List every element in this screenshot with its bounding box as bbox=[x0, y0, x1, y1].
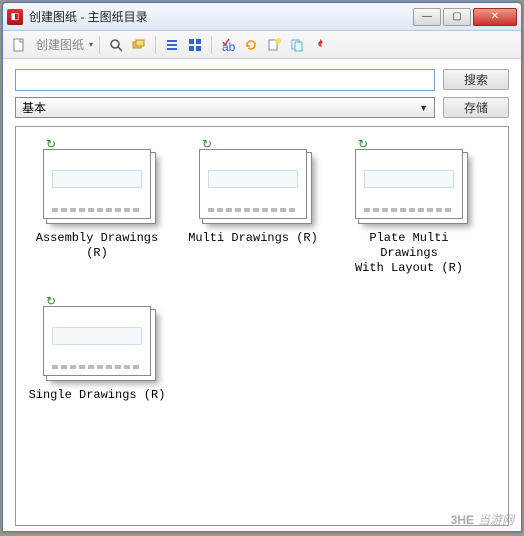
drawing-gallery: ↻ Assembly Drawings (R) ↻ Multi Drawings… bbox=[15, 126, 509, 526]
toolbar: 创建图纸 ▾ abc bbox=[3, 31, 521, 59]
minimize-button[interactable]: — bbox=[413, 8, 441, 26]
toolbar-separator bbox=[211, 36, 212, 54]
title-bar: ◧ 创建图纸 - 主图纸目录 — ▢ ✕ bbox=[3, 3, 521, 31]
drawing-caption: Single Drawings (R) bbox=[29, 388, 166, 403]
copy-icon[interactable] bbox=[287, 35, 307, 55]
new-star-icon[interactable] bbox=[264, 35, 284, 55]
search-button[interactable]: 搜索 bbox=[443, 69, 509, 90]
new-doc-icon[interactable] bbox=[9, 35, 29, 55]
check-abc-icon[interactable]: abc bbox=[218, 35, 238, 55]
search-row: 搜索 bbox=[15, 69, 509, 91]
category-selected-label: 基本 bbox=[22, 99, 46, 116]
close-button[interactable]: ✕ bbox=[473, 8, 517, 26]
drawing-item[interactable]: ↻ Assembly Drawings (R) bbox=[26, 137, 168, 276]
window-title: 创建图纸 - 主图纸目录 bbox=[29, 8, 413, 25]
drawing-thumbnail bbox=[355, 149, 463, 219]
toolbar-separator bbox=[155, 36, 156, 54]
toolbar-separator bbox=[99, 36, 100, 54]
search-icon[interactable] bbox=[106, 35, 126, 55]
category-row: 基本 存储 bbox=[15, 97, 509, 118]
svg-text:abc: abc bbox=[222, 40, 236, 53]
drawing-caption: Multi Drawings (R) bbox=[188, 231, 318, 246]
drawing-thumbnail bbox=[199, 149, 307, 219]
pin-icon[interactable] bbox=[310, 35, 330, 55]
drawing-item[interactable]: ↻ Single Drawings (R) bbox=[26, 294, 168, 403]
folders-icon[interactable] bbox=[129, 35, 149, 55]
app-window: ◧ 创建图纸 - 主图纸目录 — ▢ ✕ 创建图纸 ▾ abc 搜索 基本 bbox=[2, 2, 522, 532]
items-container: ↻ Assembly Drawings (R) ↻ Multi Drawings… bbox=[26, 137, 498, 403]
app-icon: ◧ bbox=[7, 9, 23, 25]
drawing-caption: Assembly Drawings (R) bbox=[26, 231, 168, 261]
grid-view-icon[interactable] bbox=[185, 35, 205, 55]
window-buttons: — ▢ ✕ bbox=[413, 8, 517, 26]
drawing-thumbnail bbox=[43, 149, 151, 219]
list-view-icon[interactable] bbox=[162, 35, 182, 55]
maximize-button[interactable]: ▢ bbox=[443, 8, 471, 26]
refresh-icon[interactable] bbox=[241, 35, 261, 55]
drawing-item[interactable]: ↻ Plate Multi Drawings With Layout (R) bbox=[338, 137, 480, 276]
drawing-caption: Plate Multi Drawings With Layout (R) bbox=[338, 231, 480, 276]
search-input[interactable] bbox=[15, 69, 435, 91]
drawing-thumbnail bbox=[43, 306, 151, 376]
create-drawing-label: 创建图纸 bbox=[36, 36, 84, 53]
store-button[interactable]: 存储 bbox=[443, 97, 509, 118]
content-area: 搜索 基本 存储 ↻ Assembly Drawings (R) ↻ Multi… bbox=[3, 59, 521, 531]
category-select[interactable]: 基本 bbox=[15, 97, 435, 118]
drawing-item[interactable]: ↻ Multi Drawings (R) bbox=[182, 137, 324, 276]
create-dropdown-icon[interactable]: ▾ bbox=[89, 40, 93, 49]
